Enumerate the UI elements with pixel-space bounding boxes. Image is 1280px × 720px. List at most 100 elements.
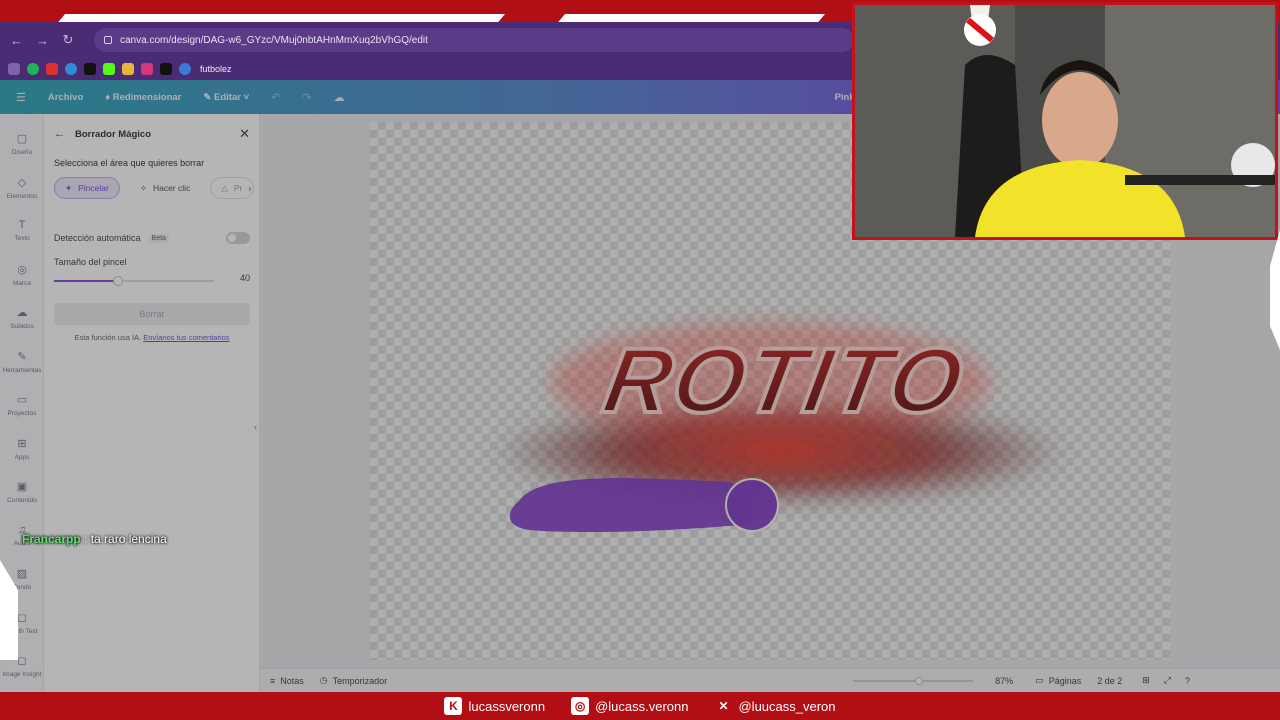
wand-icon: ✦ <box>65 182 73 193</box>
rail-item-label: Image Insight <box>2 671 42 678</box>
help-icon[interactable]: ? <box>1185 676 1190 686</box>
click-mode-label: Hacer clic <box>152 183 191 193</box>
rail-item[interactable]: ▢ Diseño <box>0 132 44 156</box>
back-icon[interactable]: ← <box>10 33 23 48</box>
timer-icon: ◷ <box>319 675 328 685</box>
bookmark-label[interactable]: futbolez <box>200 64 232 74</box>
reload-icon[interactable]: ↻ <box>62 32 74 48</box>
file-menu[interactable]: Archivo <box>48 92 83 103</box>
webcam-feed <box>852 2 1278 240</box>
mode-selector: ✦ Pincelar ✧ Hacer clic △ Pr › <box>54 177 255 199</box>
timer-label: Temporizador <box>332 675 388 686</box>
streamer-image <box>855 5 1275 237</box>
third-mode-button[interactable]: △ Pr › <box>210 177 255 199</box>
auto-detect-toggle[interactable] <box>226 232 250 244</box>
rail-item-label: Marca <box>12 279 32 287</box>
upload-icon: ☁ <box>16 307 28 319</box>
url-field[interactable]: canva.com/design/DAG-w6_GYzc/VMuj0nbtAHn… <box>94 28 854 52</box>
tiktok-icon[interactable] <box>84 63 96 75</box>
image-icon: ▣ <box>16 481 28 493</box>
x-text: @luucass_veron <box>738 698 836 714</box>
lasso-icon: △ <box>221 182 228 193</box>
rail-item-label: Contenido <box>7 497 37 504</box>
rail-item[interactable]: ⊞ Apps <box>0 437 44 461</box>
instagram-handle: ◎ @lucass.veronn <box>571 697 688 715</box>
menu-icon[interactable]: ☰ <box>16 91 26 104</box>
notes-button[interactable]: ≡ Notas <box>270 676 304 686</box>
edit-menu[interactable]: ✎ Editar ˅ <box>203 92 249 103</box>
draw-icon: ✎ <box>17 350 27 363</box>
resize-menu[interactable]: ♦ Redimensionar <box>105 92 181 103</box>
zoom-slider[interactable] <box>853 676 974 685</box>
globe-icon[interactable] <box>179 63 191 75</box>
whatsapp-icon[interactable] <box>27 63 39 75</box>
undo-icon[interactable]: ↶ <box>271 91 280 104</box>
apps-icon: ⊞ <box>17 437 27 450</box>
fullscreen-icon[interactable]: ⤢ <box>1164 675 1171 686</box>
rail-item[interactable]: ✎ Herramientas <box>0 350 44 374</box>
forward-icon[interactable]: → <box>36 33 49 48</box>
social-bar: Klucassveronn ◎ @lucass.veronn ✕ @luucass_… <box>0 692 1280 720</box>
kick-icon[interactable] <box>103 63 115 75</box>
redo-icon[interactable]: ↷ <box>302 91 311 104</box>
rail-item[interactable]: ◇ Elementos <box>0 176 44 200</box>
zoom-value[interactable]: 87% <box>995 676 1013 686</box>
logo-text: ROTITO <box>596 329 972 432</box>
chevron-right-icon[interactable]: › <box>248 183 251 193</box>
zoom-handle[interactable] <box>915 676 924 685</box>
folder-icon[interactable] <box>122 63 134 75</box>
site-settings-icon[interactable] <box>104 36 112 44</box>
folder-icon: ▭ <box>16 394 28 406</box>
slider-handle[interactable] <box>113 276 123 286</box>
chat-message: Francarpp : ta raro lencina <box>22 532 167 546</box>
instagram-text: @lucass.veronn <box>595 698 689 714</box>
click-mode-button[interactable]: ✧ Hacer clic <box>130 177 200 199</box>
pages-label: Páginas <box>1048 675 1082 686</box>
resize-label: Redimensionar <box>112 91 182 103</box>
brush-size-value[interactable]: 40 <box>226 273 250 283</box>
brush-stroke <box>509 478 755 532</box>
back-arrow-icon[interactable]: ← <box>54 128 65 140</box>
brush-cursor <box>725 478 779 532</box>
rail-item-label: Herramientas <box>2 366 42 374</box>
rail-item[interactable]: ☁ Subidos <box>0 306 44 330</box>
kick-handle: Klucassveronn <box>444 697 545 715</box>
brush-size-slider[interactable] <box>54 276 214 286</box>
x-icon: ✕ <box>718 699 729 713</box>
status-bar: ≡ Notas ◷ Temporizador 87% ▭ Páginas 2 de 2… <box>260 668 1280 692</box>
kick-icon: K <box>444 697 463 715</box>
bookmark-icon[interactable] <box>65 63 77 75</box>
feedback-link[interactable]: Envíanos tus comentarios <box>143 333 229 342</box>
timer-button[interactable]: ◷ Temporizador <box>320 675 387 686</box>
rail-item-label: Proyectos <box>7 410 37 417</box>
instagram-icon: ◎ <box>571 697 590 715</box>
rail-item-label: Texto <box>14 235 30 242</box>
chat-text: : ta raro lencina <box>84 532 167 546</box>
notes-label: Notas <box>280 675 304 686</box>
erase-button[interactable]: Borrar <box>54 303 250 325</box>
chat-username: Francarpp <box>22 532 81 546</box>
rail-item[interactable]: ▣ Contenido <box>0 480 44 504</box>
apps-grid-icon[interactable] <box>8 63 20 75</box>
collapse-panel-icon[interactable]: ‹ <box>254 422 257 432</box>
youtube-icon[interactable] <box>46 63 58 75</box>
third-mode-label: Pr <box>233 183 243 193</box>
x-handle: ✕ @luucass_veron <box>714 697 835 715</box>
layout-icon: ▢ <box>16 133 28 145</box>
x-icon[interactable] <box>160 63 172 75</box>
rail-item[interactable]: ◎ Marca <box>0 263 44 287</box>
cloud-sync-icon[interactable]: ☁ <box>334 91 345 104</box>
notes-icon: ≡ <box>270 675 276 686</box>
rail-item[interactable]: ▭ Proyectos <box>0 393 44 417</box>
ai-note: Esta función usa IA. Envíanos tus coment… <box>54 333 250 342</box>
url-text: canva.com/design/DAG-w6_GYzc/VMuj0nbtAHn… <box>120 34 428 46</box>
panel-header: ← Borrador Mágico ✕ <box>54 126 250 142</box>
pages-button[interactable]: ▭ Páginas <box>1035 675 1081 686</box>
brush-mode-button[interactable]: ✦ Pincelar <box>54 177 120 199</box>
grid-view-icon[interactable]: ⊞ <box>1142 675 1150 686</box>
instagram-icon[interactable] <box>141 63 153 75</box>
close-icon[interactable]: ✕ <box>239 126 250 142</box>
edit-label: Editar <box>214 91 241 103</box>
brand-icon: ◎ <box>17 263 27 276</box>
rail-item[interactable]: T Texto <box>0 219 44 242</box>
